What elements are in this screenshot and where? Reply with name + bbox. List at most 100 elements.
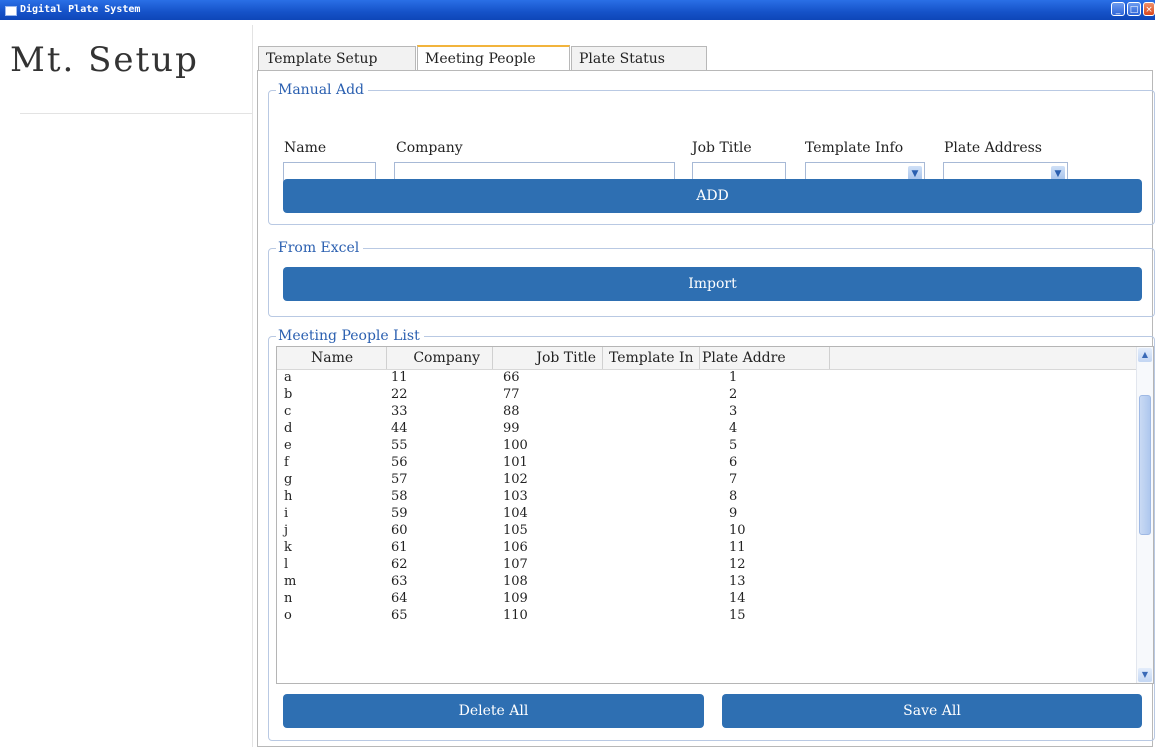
list-header: Name Company Job Title Template In Plate… bbox=[277, 347, 1137, 370]
table-row[interactable]: f 56 101 6 bbox=[277, 454, 1137, 471]
cell-job-title: 100 bbox=[503, 438, 528, 453]
cell-job-title: 101 bbox=[503, 455, 528, 470]
cell-company: 58 bbox=[391, 489, 408, 504]
cell-company: 33 bbox=[391, 404, 408, 419]
cell-job-title: 109 bbox=[503, 591, 528, 606]
list-scrollbar[interactable]: ▲ ▼ bbox=[1136, 347, 1153, 683]
cell-plate-address: 12 bbox=[729, 557, 746, 572]
cell-name: h bbox=[284, 489, 293, 504]
cell-company: 55 bbox=[391, 438, 408, 453]
maximize-button[interactable]: □ bbox=[1127, 2, 1141, 16]
table-row[interactable]: k 61 106 11 bbox=[277, 539, 1137, 556]
cell-company: 63 bbox=[391, 574, 408, 589]
cell-plate-address: 5 bbox=[729, 438, 738, 453]
cell-job-title: 102 bbox=[503, 472, 528, 487]
cell-company: 56 bbox=[391, 455, 408, 470]
cell-plate-address: 11 bbox=[729, 540, 746, 555]
table-row[interactable]: i 59 104 9 bbox=[277, 505, 1137, 522]
cell-company: 62 bbox=[391, 557, 408, 572]
close-button[interactable]: × bbox=[1143, 2, 1155, 16]
delete-all-button[interactable]: Delete All bbox=[283, 694, 704, 728]
cell-plate-address: 13 bbox=[729, 574, 746, 589]
save-all-button[interactable]: Save All bbox=[722, 694, 1142, 728]
cell-job-title: 66 bbox=[503, 370, 520, 385]
title-bar[interactable]: Digital Plate System _ □ × bbox=[0, 0, 1155, 20]
cell-job-title: 77 bbox=[503, 387, 520, 402]
table-row[interactable]: c 33 88 3 bbox=[277, 403, 1137, 420]
scroll-down-icon[interactable]: ▼ bbox=[1138, 668, 1152, 682]
table-row[interactable]: d 44 99 4 bbox=[277, 420, 1137, 437]
cell-name: e bbox=[284, 438, 292, 453]
column-header-template-info[interactable]: Template In bbox=[603, 347, 700, 369]
column-header-company[interactable]: Company bbox=[387, 347, 493, 369]
cell-job-title: 106 bbox=[503, 540, 528, 555]
name-label: Name bbox=[284, 140, 327, 156]
left-panel-divider bbox=[20, 113, 252, 114]
app-icon bbox=[5, 6, 17, 16]
cell-name: g bbox=[284, 472, 293, 487]
cell-job-title: 104 bbox=[503, 506, 528, 521]
cell-name: a bbox=[284, 370, 292, 385]
cell-name: o bbox=[284, 608, 292, 623]
cell-plate-address: 6 bbox=[729, 455, 738, 470]
cell-plate-address: 8 bbox=[729, 489, 738, 504]
import-button[interactable]: Import bbox=[283, 267, 1142, 301]
cell-plate-address: 4 bbox=[729, 421, 738, 436]
column-header-name[interactable]: Name bbox=[277, 347, 387, 369]
cell-job-title: 108 bbox=[503, 574, 528, 589]
table-row[interactable]: e 55 100 5 bbox=[277, 437, 1137, 454]
table-row[interactable]: l 62 107 12 bbox=[277, 556, 1137, 573]
job-title-label: Job Title bbox=[692, 140, 752, 156]
meeting-people-list[interactable]: Name Company Job Title Template In Plate… bbox=[276, 346, 1154, 684]
scroll-up-icon[interactable]: ▲ bbox=[1138, 348, 1152, 362]
cell-plate-address: 7 bbox=[729, 472, 738, 487]
cell-plate-address: 9 bbox=[729, 506, 738, 521]
table-row[interactable]: h 58 103 8 bbox=[277, 488, 1137, 505]
cell-company: 59 bbox=[391, 506, 408, 521]
cell-job-title: 103 bbox=[503, 489, 528, 504]
table-row[interactable]: n 64 109 14 bbox=[277, 590, 1137, 607]
table-row[interactable]: m 63 108 13 bbox=[277, 573, 1137, 590]
cell-company: 22 bbox=[391, 387, 408, 402]
tab-meeting-people[interactable]: Meeting People bbox=[417, 45, 570, 70]
cell-job-title: 88 bbox=[503, 404, 520, 419]
cell-plate-address: 1 bbox=[729, 370, 738, 385]
scrollbar-thumb[interactable] bbox=[1139, 395, 1151, 535]
minimize-button[interactable]: _ bbox=[1111, 2, 1125, 16]
table-row[interactable]: o 65 110 15 bbox=[277, 607, 1137, 624]
column-header-job-title[interactable]: Job Title bbox=[493, 347, 603, 369]
list-rows: a 11 66 1 b 22 77 2 c 33 88 3 d 44 99 4 e 55 100 5 f 56 101 6 g 5… bbox=[277, 369, 1137, 624]
table-row[interactable]: b 22 77 2 bbox=[277, 386, 1137, 403]
cell-plate-address: 15 bbox=[729, 608, 746, 623]
from-excel-legend: From Excel bbox=[276, 239, 364, 257]
cell-name: m bbox=[284, 574, 297, 589]
plate-address-label: Plate Address bbox=[944, 140, 1042, 156]
cell-company: 60 bbox=[391, 523, 408, 538]
cell-company: 44 bbox=[391, 421, 408, 436]
table-row[interactable]: g 57 102 7 bbox=[277, 471, 1137, 488]
cell-plate-address: 14 bbox=[729, 591, 746, 606]
table-row[interactable]: j 60 105 10 bbox=[277, 522, 1137, 539]
cell-name: n bbox=[284, 591, 293, 606]
cell-plate-address: 2 bbox=[729, 387, 738, 402]
table-row[interactable]: a 11 66 1 bbox=[277, 369, 1137, 386]
column-header-plate-address[interactable]: Plate Addre bbox=[700, 347, 830, 369]
cell-plate-address: 10 bbox=[729, 523, 746, 538]
cell-plate-address: 3 bbox=[729, 404, 738, 419]
cell-company: 57 bbox=[391, 472, 408, 487]
cell-company: 11 bbox=[391, 370, 408, 385]
company-label: Company bbox=[396, 140, 463, 156]
tab-plate-status[interactable]: Plate Status bbox=[571, 46, 707, 70]
template-info-label: Template Info bbox=[805, 140, 904, 156]
cell-job-title: 105 bbox=[503, 523, 528, 538]
cell-name: c bbox=[284, 404, 292, 419]
cell-name: b bbox=[284, 387, 293, 402]
cell-job-title: 99 bbox=[503, 421, 520, 436]
cell-name: f bbox=[284, 455, 289, 470]
cell-name: l bbox=[284, 557, 289, 572]
cell-name: i bbox=[284, 506, 289, 521]
window-title: Digital Plate System bbox=[20, 4, 141, 15]
tab-template-setup[interactable]: Template Setup bbox=[258, 46, 416, 70]
cell-name: j bbox=[284, 523, 289, 538]
add-button[interactable]: ADD bbox=[283, 179, 1142, 213]
